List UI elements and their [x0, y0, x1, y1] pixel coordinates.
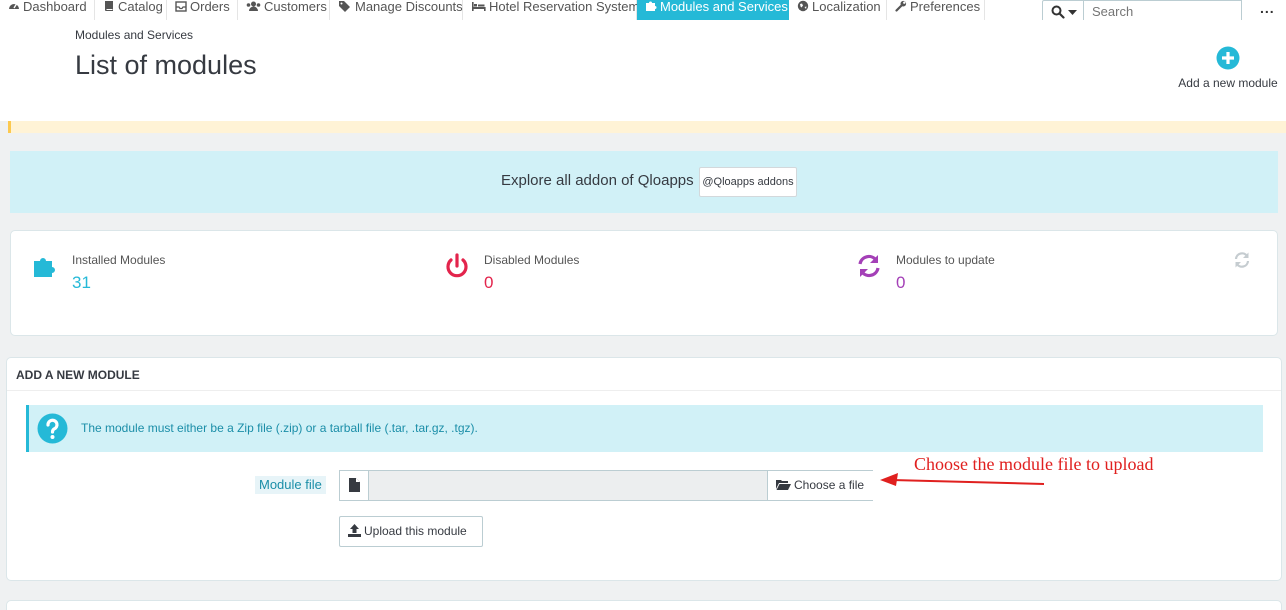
- nav-label: Preferences: [910, 0, 981, 14]
- file-icon-addon: [340, 471, 369, 500]
- search-icon: [1051, 5, 1065, 19]
- info-message: The module must either be a Zip file (.z…: [81, 421, 478, 435]
- installed-modules-count: 31: [72, 273, 91, 292]
- addons-text: Explore all addon of Qloapps: [501, 172, 694, 189]
- choose-file-label: Choose a file: [794, 478, 865, 492]
- puzzle-icon: [34, 258, 55, 277]
- more-menu-button[interactable]: ...: [1260, 0, 1275, 16]
- inbox-icon: [175, 1, 187, 12]
- nav-label: Orders: [190, 0, 230, 14]
- qloapps-addons-button[interactable]: @Qloapps addons: [699, 167, 797, 197]
- nav-label: Catalog: [118, 0, 163, 14]
- nav-label: Localization: [812, 0, 881, 14]
- modules-stats-panel: Installed Modules 31 Disabled Modules 0 …: [10, 230, 1278, 336]
- puzzle-icon: [646, 1, 657, 11]
- book-icon: [105, 1, 113, 11]
- page-title: List of modules: [75, 50, 257, 80]
- file-icon: [349, 478, 360, 492]
- addons-banner: Explore all addon of Qloapps @Qloapps ad…: [10, 151, 1278, 213]
- breadcrumb[interactable]: Modules and Services: [75, 28, 193, 42]
- module-file-input[interactable]: Choose a file: [339, 470, 873, 501]
- tag-icon: [339, 1, 350, 12]
- nav-label: Modules and Services: [660, 0, 788, 14]
- modules-to-update-count: 0: [896, 273, 906, 292]
- upload-module-label: Upload this module: [364, 524, 467, 538]
- sync-icon: [858, 254, 880, 278]
- nav-label: Hotel Reservation System: [489, 0, 640, 14]
- globe-icon: [797, 0, 809, 12]
- nav-item-dashboard[interactable]: Dashboard: [0, 0, 95, 20]
- modules-to-update-label: Modules to update: [896, 253, 995, 267]
- folder-open-icon: [776, 480, 791, 490]
- modules-list-panel: [6, 600, 1282, 610]
- users-icon: [246, 1, 261, 11]
- upload-module-button[interactable]: Upload this module: [339, 516, 483, 547]
- choose-file-button[interactable]: Choose a file: [767, 471, 873, 500]
- top-nav: Dashboard Catalog Orders Customers Manag…: [0, 0, 1286, 23]
- annotation-arrow-icon: [880, 473, 1045, 486]
- nav-item-catalog[interactable]: Catalog: [95, 0, 167, 20]
- nav-item-modules-and-services[interactable]: Modules and Services: [637, 0, 789, 20]
- info-alert: The module must either be a Zip file (.z…: [26, 405, 1263, 452]
- nav-item-hotel-reservation-system[interactable]: Hotel Reservation System: [463, 0, 640, 20]
- nav-item-manage-discounts[interactable]: Manage Discounts: [330, 0, 463, 20]
- nav-item-preferences[interactable]: Preferences: [887, 0, 985, 20]
- disabled-modules-label: Disabled Modules: [484, 253, 580, 267]
- refresh-icon[interactable]: [1233, 251, 1251, 269]
- panel-heading: ADD A NEW MODULE: [7, 358, 1281, 391]
- nav-item-orders[interactable]: Orders: [167, 0, 238, 20]
- wrench-icon: [895, 0, 907, 12]
- nav-item-customers[interactable]: Customers: [238, 0, 330, 20]
- add-new-module-button[interactable]: Add a new module: [1172, 46, 1284, 90]
- page-header: Modules and Services List of modules Add…: [0, 20, 1286, 121]
- dashboard-icon: [9, 3, 19, 9]
- warning-alert: [8, 121, 1286, 133]
- power-icon: [446, 253, 468, 278]
- add-new-module-label: Add a new module: [1178, 76, 1278, 90]
- question-circle-icon: [37, 413, 68, 444]
- nav-item-localization[interactable]: Localization: [789, 0, 887, 20]
- nav-label: Customers: [264, 0, 327, 14]
- disabled-modules-count: 0: [484, 273, 494, 292]
- bed-icon: [472, 2, 486, 11]
- caret-down-icon: [1068, 10, 1077, 15]
- plus-circle-icon: [1216, 46, 1240, 70]
- installed-modules-label: Installed Modules: [72, 253, 166, 267]
- upload-icon: [348, 524, 361, 537]
- nav-label: Dashboard: [23, 0, 87, 14]
- nav-label: Manage Discounts: [355, 0, 463, 14]
- module-file-label: Module file: [255, 476, 326, 494]
